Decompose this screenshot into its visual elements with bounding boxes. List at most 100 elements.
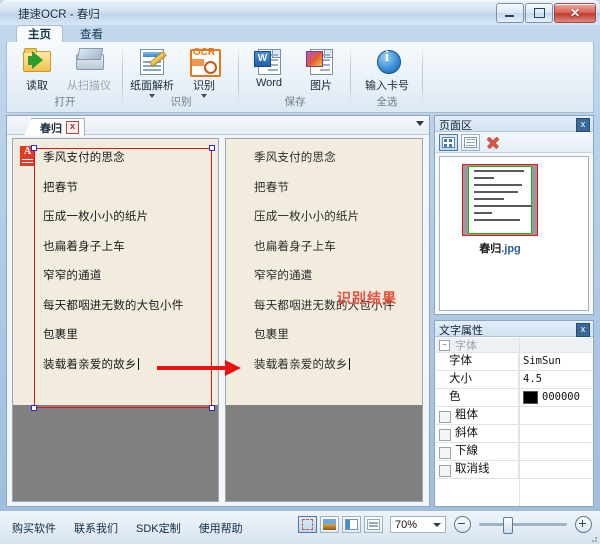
close-button[interactable]: ✕ — [554, 3, 596, 23]
single-view-button[interactable] — [364, 516, 383, 533]
workspace: 春归 x A 季风支付的思念 把春节 压成一枚小小的纸片 也扁着身子上车 窄窄的… — [6, 115, 430, 507]
property-row-font-color[interactable]: 色 000000 — [436, 389, 592, 407]
ribbon-button-label: 识别 — [193, 80, 215, 92]
split-view-button[interactable] — [342, 516, 361, 533]
text-caret — [137, 357, 139, 370]
maximize-button[interactable] — [525, 3, 553, 23]
pages-panel: 页面区 x 春归.jpg — [434, 115, 594, 315]
ribbon-button-save-image[interactable]: 图片 — [295, 44, 347, 96]
link-sdk-customization[interactable]: SDK定制 — [136, 520, 181, 536]
ribbon-button-label: Word — [255, 77, 283, 89]
collapse-icon[interactable]: − — [439, 339, 450, 351]
property-value[interactable]: SimSun — [519, 353, 592, 370]
property-row-strikethrough[interactable]: 取消线 — [436, 461, 592, 479]
chevron-down-icon[interactable] — [433, 523, 441, 527]
text-properties-panel: 文字属性 x − 字体 字体 SimSun 大小 4.5 色 000000 粗体… — [434, 320, 594, 507]
checkbox-bold[interactable] — [439, 411, 451, 424]
image-document-icon — [295, 46, 347, 76]
close-icon: ✕ — [569, 6, 581, 20]
property-value-color[interactable]: 000000 — [519, 389, 592, 406]
properties-grid[interactable]: − 字体 字体 SimSun 大小 4.5 色 000000 粗体 斜体 下線 … — [436, 338, 592, 506]
color-swatch[interactable] — [523, 391, 538, 404]
checkbox-italic[interactable] — [439, 429, 451, 442]
close-icon[interactable]: x — [576, 118, 590, 132]
zoom-slider[interactable] — [479, 517, 567, 534]
property-row-italic[interactable]: 斜体 — [436, 425, 592, 443]
property-label: 取消线 — [455, 463, 490, 475]
link-buy-software[interactable]: 购买软件 — [12, 520, 56, 536]
result-text-block: 季风支付的思念 把春节 压成一枚小小的纸片 也扁着身子上车 窄窄的通遣 每天都咽… — [226, 139, 422, 385]
close-icon[interactable]: x — [66, 121, 79, 134]
annotation-label: 识别结果 — [337, 291, 397, 307]
open-folder-icon — [11, 46, 63, 76]
property-value[interactable] — [519, 407, 592, 424]
property-name-italic: 斜体 — [436, 425, 519, 442]
chevron-down-icon[interactable] — [416, 121, 424, 126]
property-row-font-family[interactable]: 字体 SimSun — [436, 353, 592, 371]
property-value[interactable] — [519, 443, 592, 460]
list-view-button[interactable] — [461, 133, 480, 151]
property-value[interactable] — [519, 425, 592, 442]
ribbon-button-page-analysis[interactable]: 纸面解析 — [126, 44, 178, 98]
ribbon-group-select-all: i 输入卡号 全选 — [351, 42, 423, 111]
fit-page-icon — [302, 519, 313, 530]
checkbox-strikethrough[interactable] — [439, 465, 451, 478]
zoom-in-button[interactable] — [575, 516, 592, 533]
thumbnail-zone-box — [468, 166, 532, 234]
ribbon-button-label: 读取 — [26, 80, 48, 92]
minimize-button[interactable] — [496, 3, 524, 23]
link-help[interactable]: 使用帮助 — [199, 520, 243, 536]
zoom-slider-handle[interactable] — [503, 517, 513, 534]
properties-category-row[interactable]: − 字体 — [436, 338, 592, 353]
thumbnail-label: 春归.jpg — [462, 240, 538, 256]
page-thumbnail[interactable] — [462, 164, 538, 236]
resize-grip[interactable] — [588, 533, 598, 543]
document-tab-chungui[interactable]: 春归 x — [24, 118, 85, 136]
zoom-out-button[interactable] — [454, 516, 471, 533]
zoom-level-select[interactable]: 70% — [390, 516, 446, 533]
fit-page-button[interactable] — [298, 516, 317, 533]
property-name: 字体 — [436, 353, 519, 370]
link-contact-us[interactable]: 联系我们 — [74, 520, 118, 536]
close-icon[interactable]: x — [576, 323, 590, 337]
document-tab-label: 春归 — [40, 122, 62, 135]
color-hex-label: 000000 — [542, 391, 580, 403]
result-line: 装载着亲爱的故乡 — [254, 356, 414, 372]
pages-thumbnail-list[interactable]: 春归.jpg — [439, 156, 589, 311]
ribbon-button-enter-card-number[interactable]: i 输入卡号 — [361, 44, 413, 96]
property-row-underline[interactable]: 下線 — [436, 443, 592, 461]
ribbon-button-from-scanner[interactable]: 从扫描仪 — [63, 44, 115, 96]
ribbon-button-save-word[interactable]: W Word — [243, 44, 295, 96]
source-line: 包裹里 — [43, 327, 79, 341]
source-image-pane[interactable]: A 季风支付的思念 把春节 压成一枚小小的纸片 也扁着身子上车 窄窄的通道 每天… — [12, 138, 219, 502]
ribbon-button-recognize[interactable]: OCR 识别 — [178, 44, 230, 98]
delete-page-button[interactable] — [485, 134, 501, 150]
source-line: 压成一枚小小的纸片 — [43, 209, 149, 223]
view-controls: 70% — [298, 516, 592, 534]
property-name: 色 — [436, 389, 519, 406]
ribbon-button-read[interactable]: 读取 — [11, 44, 63, 96]
resize-handle-bottom-left[interactable] — [31, 405, 37, 411]
source-line: 把春节 — [43, 179, 79, 194]
property-row-bold[interactable]: 粗体 — [436, 407, 592, 425]
thumbnail-view-button[interactable] — [439, 133, 458, 151]
source-line: 每天都咽进无数的大包小件 — [43, 297, 184, 312]
ribbon-button-label: 输入卡号 — [365, 80, 409, 92]
ribbon-button-label: 图片 — [310, 80, 332, 92]
property-value[interactable]: 4.5 — [519, 371, 592, 388]
property-value[interactable] — [519, 461, 592, 478]
checkbox-underline[interactable] — [439, 447, 451, 460]
ribbon-toolbar: 读取 从扫描仪 打开 纸面解析 OCR 识别 识别 W Word 图片 保存 i… — [6, 42, 594, 113]
result-text-pane[interactable]: 季风支付的思念 把春节 压成一枚小小的纸片 也扁着身子上车 窄窄的通遣 每天都咽… — [225, 138, 423, 502]
source-text-block: 季风支付的思念 把春节 压成一枚小小的纸片 也扁着身子上车 窄窄的通道 每天都咽… — [13, 139, 218, 385]
property-row-font-size[interactable]: 大小 4.5 — [436, 371, 592, 389]
property-name-bold: 粗体 — [436, 407, 519, 424]
grid-column-splitter[interactable] — [519, 338, 520, 506]
source-line: 窄窄的通道 — [43, 268, 102, 282]
application-window: 捷速OCR - 春归 ✕ 主页 查看 读取 从扫描仪 打开 纸面解析 OCR 识… — [0, 0, 600, 544]
ribbon-tab-strip: 主页 查看 — [6, 24, 594, 45]
image-view-button[interactable] — [320, 516, 339, 533]
title-bar: 捷速OCR - 春归 ✕ — [0, 0, 600, 25]
resize-handle-bottom-right[interactable] — [209, 405, 215, 411]
page-thumbnail-item[interactable]: 春归.jpg — [462, 164, 538, 256]
